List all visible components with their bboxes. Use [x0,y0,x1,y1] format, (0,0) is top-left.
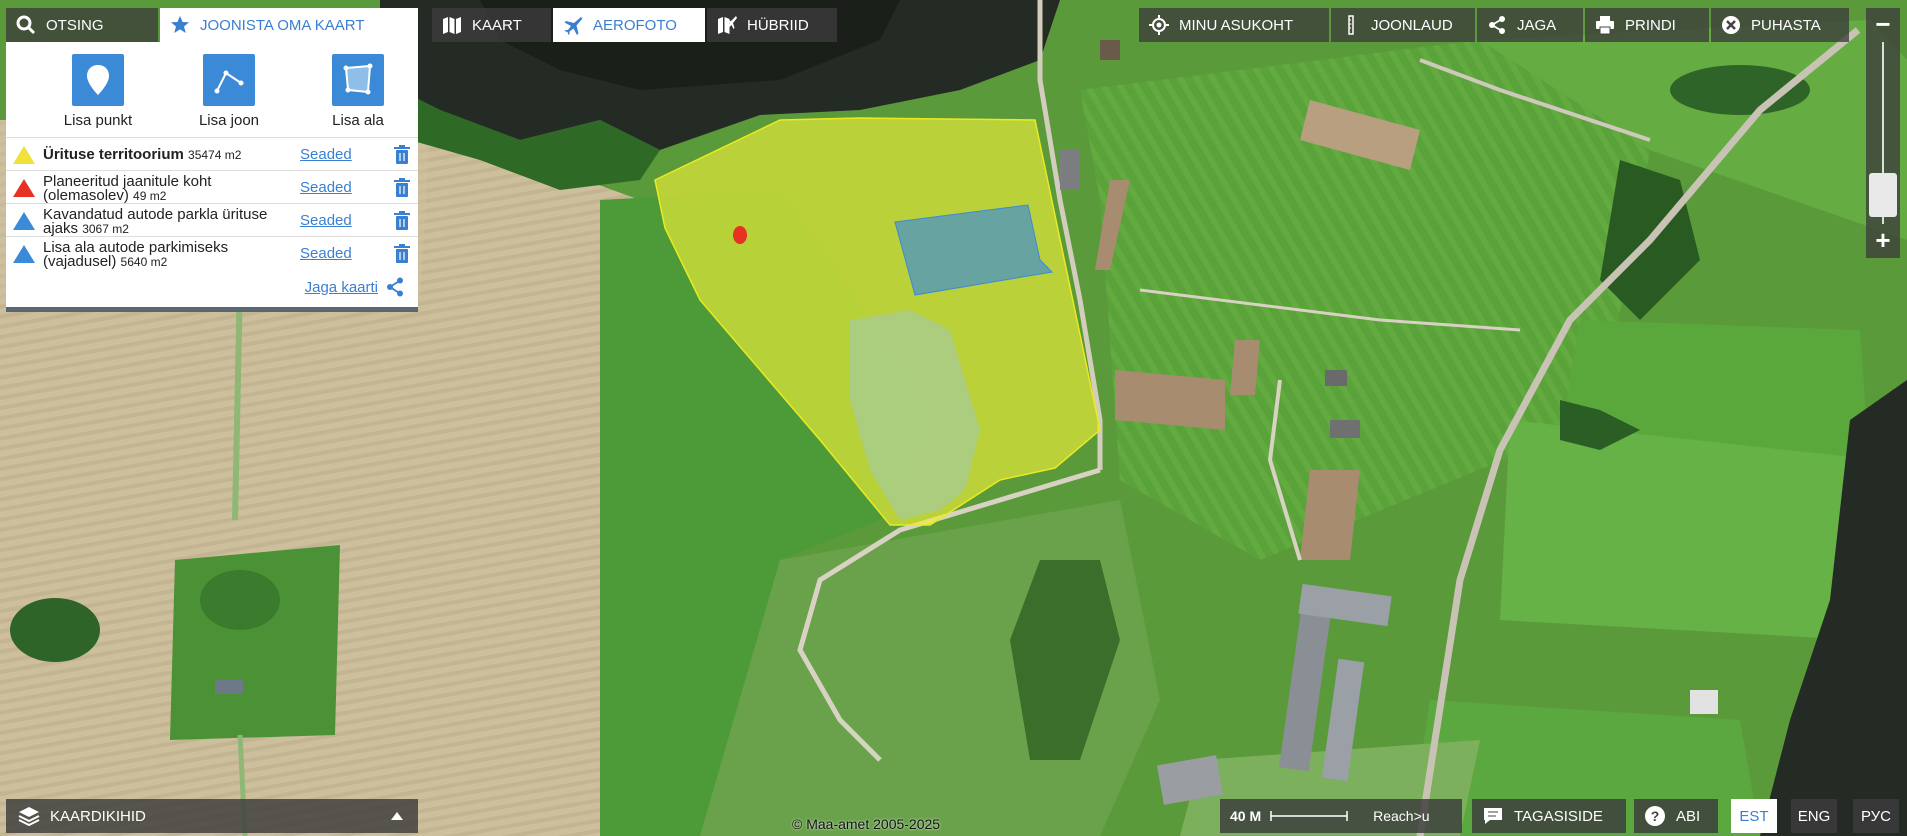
triangle-icon [13,146,35,164]
close-circle-icon [1721,15,1741,35]
scale-label: 40 M [1230,808,1262,824]
maptype-map-label: KAART [472,16,522,34]
add-point-label: Lisa punkt [63,112,133,129]
layer-name: Ürituse territoorium [43,146,184,163]
share-map-label: Jaga kaarti [304,278,378,296]
maptype-map-button[interactable]: KAART [432,8,551,42]
tab-draw-map-label: JOONISTA OMA KAART [200,16,365,34]
help-button[interactable]: ? ABI [1634,799,1718,833]
zoom-slider[interactable] [1866,42,1900,224]
add-area-label: Lisa ala [332,112,384,129]
tab-search[interactable]: OTSING [6,8,158,42]
layer-name: Kavandatud autode parkla ürituse ajaks [43,206,268,237]
lang-eng[interactable]: ENG [1791,799,1837,833]
map-icon [442,15,462,35]
trash-icon[interactable] [392,144,412,166]
lang-rus[interactable]: РУС [1853,799,1899,833]
layer-settings-link[interactable]: Seaded [300,212,352,229]
layers-icon [18,807,40,826]
trash-icon[interactable] [392,243,412,265]
help-label: ABI [1676,807,1701,825]
share-icon [1487,15,1507,35]
draw-panel: Lisa punkt Lisa joon Lisa ala Ürituse te… [6,42,418,312]
clear-button[interactable]: PUHASTA [1711,8,1849,42]
scale-line [1270,811,1348,821]
layer-row-extra-parking: Lisa ala autode parkimiseks (vajadusel) … [6,236,418,269]
ruler-label: JOONLAUD [1371,16,1453,34]
share-label: JAGA [1517,16,1557,34]
help-icon: ? [1645,806,1665,826]
ruler-icon [1341,15,1361,35]
print-label: PRINDI [1625,16,1676,34]
layer-size: 35474 m2 [188,148,242,162]
layer-row-territory: Ürituse territoorium 35474 m2 Seaded [6,137,418,170]
layer-size: 5640 m2 [120,255,168,269]
layer-row-fire-place: Planeeritud jaanitule koht (olemasolev) … [6,170,418,203]
polyline-icon [214,70,244,94]
map-pin-icon [87,65,109,95]
star-icon [170,15,190,35]
my-location-button[interactable]: MINU ASUKOHT [1139,8,1329,42]
lang-est[interactable]: EST [1731,799,1777,833]
print-button[interactable]: PRINDI [1585,8,1709,42]
ruler-button[interactable]: JOONLAUD [1331,8,1475,42]
triangle-icon [13,245,35,263]
share-icon [387,277,403,297]
share-map-link[interactable]: Jaga kaarti [305,277,404,297]
clear-label: PUHASTA [1751,16,1821,34]
layer-settings-link[interactable]: Seaded [300,245,352,262]
zoom-slider-handle[interactable] [1869,173,1897,217]
layer-settings-link[interactable]: Seaded [300,146,352,163]
layer-size: 49 m2 [133,189,167,203]
search-icon [16,15,36,35]
copyright: © Maa-amet 2005-2025 [792,816,941,832]
target-icon [1149,15,1169,35]
add-line-label: Lisa joon [198,112,260,129]
chat-icon [1484,808,1502,824]
layers-toggle[interactable]: KAARDIKIHID [6,799,418,833]
maptype-hybrid-button[interactable]: HÜBRIID [707,8,837,42]
zoom-out-button[interactable]: − [1866,8,1900,42]
hybrid-icon [717,15,737,35]
triangle-icon [13,212,35,230]
scale-bar: 40 M Reach>u [1220,799,1462,833]
caret-up-icon [391,812,403,820]
tab-draw-map[interactable]: JOONISTA OMA KAART [160,8,418,42]
layers-label: KAARDIKIHID [50,807,146,825]
reach-label: Reach>u [1373,808,1430,824]
add-line-button[interactable]: Lisa joon [174,54,284,129]
trash-icon[interactable] [392,210,412,232]
printer-icon [1595,15,1615,35]
add-area-button[interactable]: Lisa ala [303,54,413,129]
polygon-icon [343,63,373,95]
fire-place-point [733,226,747,244]
maptype-hybrid-label: HÜBRIID [747,16,809,34]
share-button[interactable]: JAGA [1477,8,1583,42]
add-point-button[interactable]: Lisa punkt [43,54,153,129]
trash-icon[interactable] [392,177,412,199]
triangle-icon [13,179,35,197]
my-location-label: MINU ASUKOHT [1179,16,1294,34]
airplane-icon [563,15,583,35]
tab-search-label: OTSING [46,16,104,34]
maptype-aerial-label: AEROFOTO [593,16,677,34]
svg-text:?: ? [1651,808,1660,824]
feedback-label: TAGASISIDE [1514,807,1603,825]
feedback-button[interactable]: TAGASISIDE [1472,799,1626,833]
layer-name: Planeeritud jaanitule koht (olemasolev) [43,173,212,204]
zoom-control: − + [1866,8,1900,258]
zoom-in-button[interactable]: + [1866,224,1900,258]
layer-size: 3067 m2 [82,222,129,236]
layer-row-parking: Kavandatud autode parkla ürituse ajaks 3… [6,203,418,236]
maptype-aerial-button[interactable]: AEROFOTO [553,8,705,42]
layer-settings-link[interactable]: Seaded [300,179,352,196]
